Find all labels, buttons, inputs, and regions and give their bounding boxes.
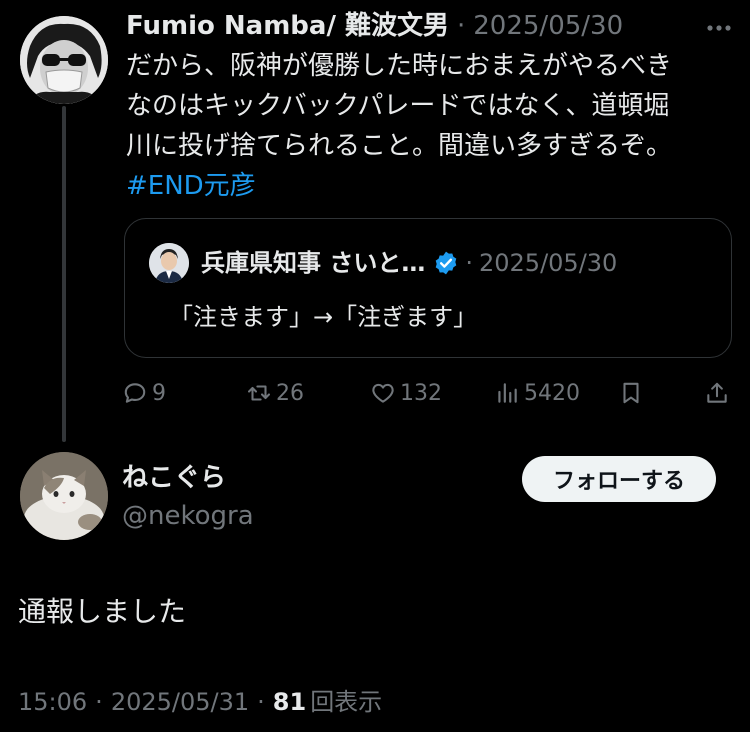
share-icon: [707, 382, 727, 403]
author-avatar[interactable]: [20, 16, 108, 104]
quoted-tweet-card[interactable]: 兵庫県知事 さいと… · 2025/05/30 「注きます」→「注ぎます」: [124, 218, 732, 358]
reply-author-avatar[interactable]: [20, 452, 108, 540]
quoted-author-avatar[interactable]: [149, 243, 189, 283]
view-count: 5420: [524, 380, 580, 406]
hashtag-link[interactable]: #END元彦: [126, 166, 736, 206]
avatar-cat-image: [20, 452, 108, 540]
reply-count: 9: [152, 380, 166, 406]
reply-time[interactable]: 15:06: [18, 684, 87, 720]
retweet-button[interactable]: 26: [246, 376, 304, 410]
bookmark-icon: [623, 382, 639, 404]
author-name[interactable]: Fumio Namba/ 難波文男: [126, 8, 449, 44]
reply-view-label: 回表示: [310, 688, 383, 716]
avatar-portrait-image: [149, 243, 189, 283]
reply-author-info: ねこぐら @nekogra: [122, 460, 254, 534]
meta-separator: ·: [257, 688, 265, 716]
tweet-body: だから、阪神が優勝した時におまえがやるべき なのはキックバックパレードではなく、…: [126, 46, 736, 206]
reply-button[interactable]: 9: [122, 376, 166, 410]
tweet-content: Fumio Namba/ 難波文男 · 2025/05/30 だから、阪神が優勝…: [126, 8, 736, 206]
tweet-body-line: だから、阪神が優勝した時におまえがやるべき: [126, 51, 673, 81]
avatar-portrait-image: [20, 16, 108, 104]
share-button[interactable]: [704, 376, 730, 410]
reply-body: 通報しました: [18, 595, 187, 628]
views-button[interactable]: 5420: [494, 376, 580, 410]
tweet-body-line: 川に投げ捨てられること。間違い多すぎるぞ。: [126, 131, 673, 161]
bookmark-button[interactable]: [618, 376, 644, 410]
views-icon: [498, 383, 517, 403]
quoted-author-name[interactable]: 兵庫県知事 さいと…: [201, 245, 425, 281]
tweet-body-line: なのはキックバックパレードではなく、道頓堀: [126, 91, 670, 121]
quoted-tweet-text: 「注きます」→「注ぎます」: [169, 303, 478, 331]
reply-author-name[interactable]: ねこぐら: [122, 460, 254, 496]
more-horizontal-icon[interactable]: [706, 18, 732, 38]
header-separator: ·: [457, 11, 466, 41]
reply-meta: 15:06 · 2025/05/31 · 81 回表示: [18, 684, 382, 720]
reply-icon: [124, 383, 146, 403]
reply-date[interactable]: 2025/05/31: [111, 684, 249, 720]
like-button[interactable]: 132: [370, 376, 442, 410]
follow-button[interactable]: フォローする: [522, 456, 716, 502]
quoted-tweet-header: 兵庫県知事 さいと… · 2025/05/30: [201, 245, 617, 281]
meta-separator: ·: [95, 688, 103, 716]
reply-author-handle[interactable]: @nekogra: [122, 498, 254, 534]
quoted-header-separator: ·: [465, 249, 473, 277]
like-count: 132: [400, 380, 442, 406]
verified-badge-icon: [436, 251, 457, 275]
heart-icon: [372, 383, 394, 403]
reply-view-count: 81: [272, 688, 307, 716]
retweet-icon: [248, 385, 270, 401]
quoted-tweet-date[interactable]: 2025/05/30: [479, 245, 617, 281]
thread-connector-line: [62, 106, 66, 442]
tweet-actions-bar: 9 26 132 5420: [122, 376, 736, 410]
tweet-header: Fumio Namba/ 難波文男 · 2025/05/30: [126, 8, 736, 44]
tweet-date[interactable]: 2025/05/30: [473, 8, 623, 44]
retweet-count: 26: [276, 380, 304, 406]
